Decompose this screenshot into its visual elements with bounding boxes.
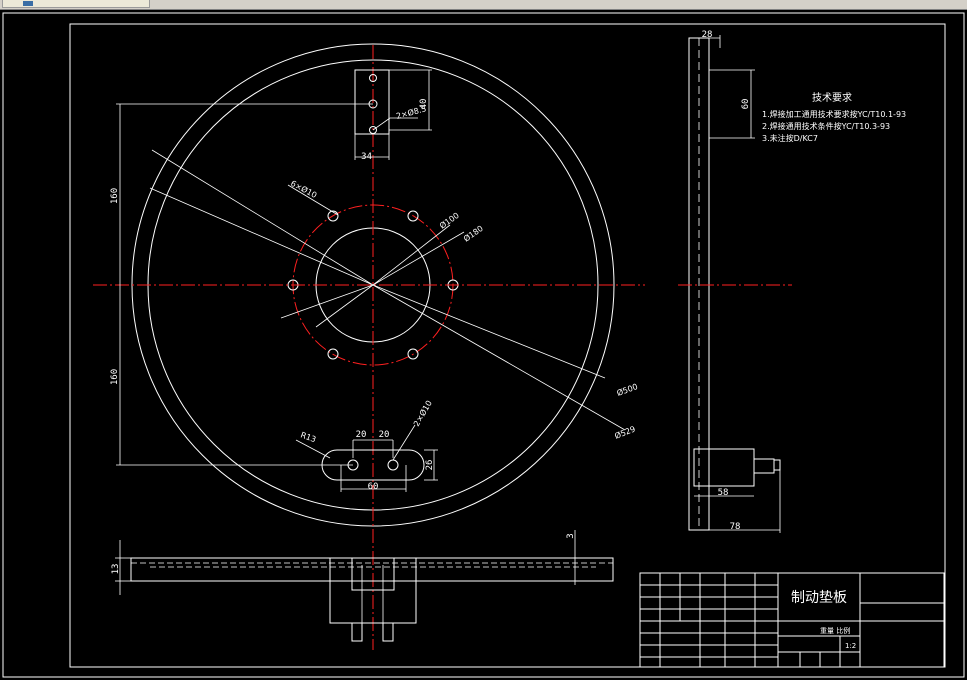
scale-value: 1:2 (845, 642, 856, 650)
dim-top-width: 34 (361, 152, 372, 162)
dim-slot-hole: 2×Ø10 (411, 399, 434, 428)
title-block (639, 572, 945, 668)
dim-slot-pitch-left: 20 (356, 430, 367, 440)
side-hub (693, 448, 755, 487)
plate-section (130, 557, 614, 582)
dim-upper-offset: 160 (110, 188, 120, 204)
dim-side-total-width: 78 (730, 522, 741, 532)
dim-thickness: 13 (111, 564, 121, 575)
front-view (93, 43, 645, 650)
notes-title: 技术要求 (812, 91, 852, 104)
scale-label: 重量 比例 (820, 626, 850, 635)
notes-item-1: 1.焊接加工通用技术要求按YC/T10.1-93 (762, 109, 906, 119)
drawing-border (69, 23, 946, 668)
dim-holes: 6×Ø10 (289, 178, 319, 200)
part-name: 制动垫板 (791, 590, 847, 606)
cad-canvas[interactable]: 34 40 2×Ø8.5 160 160 20 20 60 R13 2×Ø10 … (0, 0, 967, 680)
top-tab (354, 69, 390, 135)
dim-side-height: 60 (741, 99, 751, 110)
notes-item-2: 2.焊接通用技术条件按YC/T10.3-93 (762, 121, 890, 131)
dim-side-top-width: 28 (702, 30, 713, 40)
section-view (115, 530, 614, 642)
dim-side-hub-width: 58 (718, 488, 729, 498)
dim-bolt-circle: Ø180 (461, 223, 484, 244)
dim-slot-radius: R13 (299, 430, 317, 444)
notes-item-3: 3.未注按D/KC7 (762, 133, 818, 143)
dim-outer-diameter: Ø529 (613, 423, 637, 440)
dim-step: 3 (566, 533, 576, 538)
dim-slot-height: 26 (425, 460, 435, 471)
dim-slot-width: 60 (368, 482, 379, 492)
dim-lower-offset: 160 (110, 369, 120, 385)
dim-main-diameter: Ø500 (615, 381, 639, 398)
dim-slot-pitch-right: 20 (379, 430, 390, 440)
dim-inner-circle: Ø100 (437, 210, 460, 231)
